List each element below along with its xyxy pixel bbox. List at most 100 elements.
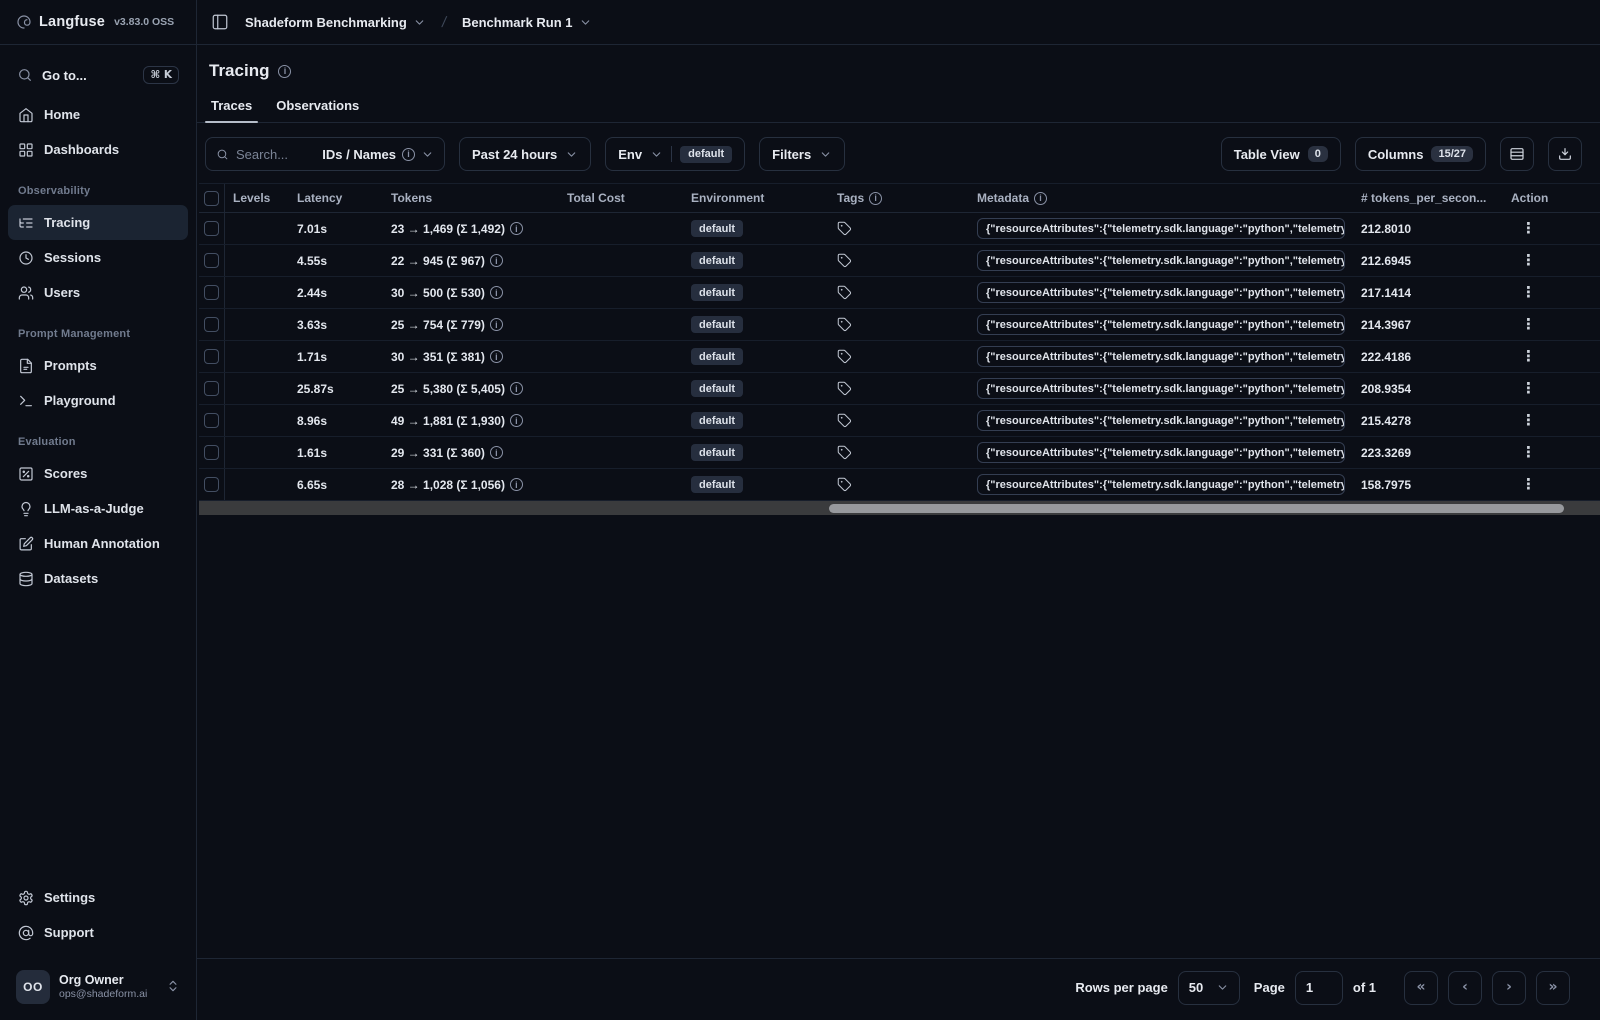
row-checkbox[interactable]: [204, 445, 219, 460]
table-row[interactable]: 7.01s 23 → 1,469 (Σ 1,492) i default {"resou…: [199, 213, 1600, 245]
info-icon[interactable]: i: [509, 414, 523, 427]
rows-per-page-select[interactable]: 50: [1177, 970, 1240, 1005]
sidebar-item-playground[interactable]: Playground: [8, 383, 188, 418]
metadata-pill[interactable]: {"resourceAttributes":{"telemetry.sdk.la…: [977, 410, 1345, 431]
previous-page-button[interactable]: ‹: [1448, 970, 1482, 1005]
row-cell-action: ⋮: [1503, 477, 1599, 492]
tag-icon[interactable]: [837, 221, 852, 236]
metadata-pill[interactable]: {"resourceAttributes":{"telemetry.sdk.la…: [977, 346, 1345, 367]
select-all-checkbox[interactable]: [204, 190, 219, 206]
row-actions-menu-icon[interactable]: ⋮: [1521, 221, 1536, 236]
sidebar-item-llm-as-a-judge[interactable]: LLM-as-a-Judge: [8, 491, 188, 526]
scrollbar-thumb[interactable]: [829, 503, 1564, 513]
info-icon[interactable]: i: [278, 64, 292, 78]
row-cell-tokens: 22 → 945 (Σ 967) i: [383, 254, 559, 268]
breadcrumb-project[interactable]: Benchmark Run 1: [458, 11, 596, 34]
row-actions-menu-icon[interactable]: ⋮: [1521, 317, 1536, 332]
info-icon[interactable]: i: [489, 318, 503, 331]
time-range-select[interactable]: Past 24 hours: [459, 137, 592, 171]
row-actions-menu-icon[interactable]: ⋮: [1521, 445, 1536, 460]
metadata-pill[interactable]: {"resourceAttributes":{"telemetry.sdk.la…: [977, 442, 1345, 463]
tag-icon[interactable]: [837, 381, 852, 396]
sidebar-item-users[interactable]: Users: [8, 275, 188, 310]
row-actions-menu-icon[interactable]: ⋮: [1521, 477, 1536, 492]
row-actions-menu-icon[interactable]: ⋮: [1521, 413, 1536, 428]
column-label: Action: [1511, 191, 1549, 205]
app-logo[interactable]: Langfuse v3.83.0 OSS: [0, 0, 196, 45]
tag-icon[interactable]: [837, 413, 852, 428]
info-icon[interactable]: i: [489, 350, 503, 363]
info-icon[interactable]: i: [509, 222, 523, 235]
tag-icon[interactable]: [837, 253, 852, 268]
info-icon[interactable]: i: [489, 446, 503, 459]
sidebar-item-sessions[interactable]: Sessions: [8, 240, 188, 275]
table-row[interactable]: 1.71s 30 → 351 (Σ 381) i default {"resourceA…: [199, 341, 1600, 373]
goto-search[interactable]: Go to... ⌘ K: [8, 57, 188, 93]
row-checkbox[interactable]: [204, 253, 219, 268]
row-actions-menu-icon[interactable]: ⋮: [1521, 285, 1536, 300]
last-page-button[interactable]: »: [1536, 970, 1570, 1005]
row-checkbox[interactable]: [204, 349, 219, 364]
metadata-pill[interactable]: {"resourceAttributes":{"telemetry.sdk.la…: [977, 314, 1345, 335]
tag-icon[interactable]: [837, 285, 852, 300]
tag-icon[interactable]: [837, 317, 852, 332]
horizontal-scrollbar[interactable]: [199, 501, 1600, 515]
row-checkbox[interactable]: [204, 221, 219, 236]
row-actions-menu-icon[interactable]: ⋮: [1521, 381, 1536, 396]
metadata-pill[interactable]: {"resourceAttributes":{"telemetry.sdk.la…: [977, 282, 1345, 303]
filters-button[interactable]: Filters: [759, 137, 846, 171]
account-menu[interactable]: OO Org Owner ops@shadeform.ai: [8, 964, 188, 1010]
tab-traces[interactable]: Traces: [203, 91, 260, 123]
table-row[interactable]: 4.55s 22 → 945 (Σ 967) i default {"resourceA…: [199, 245, 1600, 277]
search-input[interactable]: [236, 146, 316, 162]
search-box[interactable]: IDs / Names i: [205, 137, 445, 171]
sidebar-item-prompts[interactable]: Prompts: [8, 348, 188, 383]
row-checkbox[interactable]: [204, 317, 219, 332]
info-icon[interactable]: i: [489, 254, 503, 267]
sidebar-item-datasets[interactable]: Datasets: [8, 561, 188, 596]
row-cell-checkbox: [199, 469, 225, 500]
metadata-pill[interactable]: {"resourceAttributes":{"telemetry.sdk.la…: [977, 250, 1345, 271]
info-icon[interactable]: i: [489, 286, 503, 299]
tag-icon[interactable]: [837, 349, 852, 364]
env-filter[interactable]: Env default: [605, 137, 746, 171]
metadata-pill[interactable]: {"resourceAttributes":{"telemetry.sdk.la…: [977, 218, 1345, 239]
sidebar-item-support[interactable]: Support: [8, 915, 188, 950]
row-actions-menu-icon[interactable]: ⋮: [1521, 349, 1536, 364]
page-input[interactable]: [1294, 970, 1343, 1005]
row-checkbox[interactable]: [204, 477, 219, 492]
table-row[interactable]: 25.87s 25 → 5,380 (Σ 5,405) i default {"reso…: [199, 373, 1600, 405]
sidebar-item-scores[interactable]: Scores: [8, 456, 188, 491]
metadata-pill[interactable]: {"resourceAttributes":{"telemetry.sdk.la…: [977, 474, 1345, 495]
table-row[interactable]: 1.61s 29 → 331 (Σ 360) i default {"resourceA…: [199, 437, 1600, 469]
row-height-button[interactable]: [1500, 137, 1534, 171]
table-row[interactable]: 2.44s 30 → 500 (Σ 530) i default {"resourceA…: [199, 277, 1600, 309]
tab-observations[interactable]: Observations: [268, 91, 367, 122]
table-row[interactable]: 3.63s 25 → 754 (Σ 779) i default {"resourceA…: [199, 309, 1600, 341]
table-view-button[interactable]: Table View 0: [1220, 137, 1341, 171]
row-actions-menu-icon[interactable]: ⋮: [1521, 253, 1536, 268]
row-checkbox[interactable]: [204, 413, 219, 428]
metadata-pill[interactable]: {"resourceAttributes":{"telemetry.sdk.la…: [977, 378, 1345, 399]
latency-value: 7.01s: [297, 221, 328, 236]
table-row[interactable]: 6.65s 28 → 1,028 (Σ 1,056) i default {"resou…: [199, 469, 1600, 501]
next-page-button[interactable]: ›: [1492, 970, 1526, 1005]
sidebar-item-tracing[interactable]: Tracing: [8, 205, 188, 240]
breadcrumb-org[interactable]: Shadeform Benchmarking: [241, 11, 430, 34]
search-mode-select[interactable]: IDs / Names i: [322, 147, 434, 162]
sidebar-item-dashboards[interactable]: Dashboards: [8, 132, 188, 167]
info-icon[interactable]: i: [509, 382, 523, 395]
tag-icon[interactable]: [837, 477, 852, 492]
tag-icon[interactable]: [837, 445, 852, 460]
sidebar-item-settings[interactable]: Settings: [8, 880, 188, 915]
sidebar-item-home[interactable]: Home: [8, 97, 188, 132]
info-icon[interactable]: i: [509, 478, 523, 491]
columns-button[interactable]: Columns 15/27: [1354, 137, 1486, 171]
first-page-button[interactable]: «: [1404, 970, 1438, 1005]
export-button[interactable]: [1548, 137, 1582, 171]
row-checkbox[interactable]: [204, 285, 219, 300]
table-row[interactable]: 8.96s 49 → 1,881 (Σ 1,930) i default {"resou…: [199, 405, 1600, 437]
sidebar-toggle-icon[interactable]: [211, 13, 229, 31]
row-checkbox[interactable]: [204, 381, 219, 396]
sidebar-item-human-annotation[interactable]: Human Annotation: [8, 526, 188, 561]
